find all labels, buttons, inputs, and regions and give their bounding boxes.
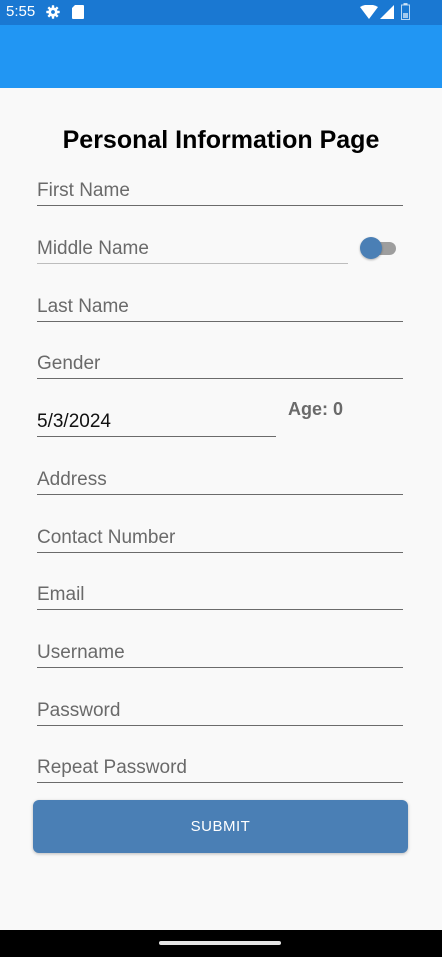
birth-date-value: 5/3/2024 [37, 411, 111, 432]
middle-name-field[interactable]: Middle Name [37, 228, 348, 264]
sd-card-icon [72, 5, 84, 19]
repeat-password-underline [37, 782, 403, 783]
address-placeholder: Address [37, 469, 107, 490]
email-placeholder: Email [37, 584, 85, 605]
repeat-password-placeholder: Repeat Password [37, 757, 187, 778]
wifi-icon [360, 5, 378, 19]
toggle-thumb [360, 237, 382, 259]
address-underline [37, 494, 403, 495]
gender-picker[interactable]: Gender [37, 343, 403, 379]
password-field[interactable]: Password [37, 690, 403, 726]
app-bar [0, 25, 442, 88]
contact-number-field[interactable]: Contact Number [37, 517, 403, 553]
middle-name-toggle[interactable] [360, 237, 398, 259]
last-name-placeholder: Last Name [37, 296, 129, 317]
first-name-field[interactable]: First Name [37, 170, 403, 206]
status-time: 5:55 [6, 3, 36, 20]
page-title: Personal Information Page [62, 126, 380, 154]
gender-placeholder: Gender [37, 353, 101, 374]
middle-name-placeholder: Middle Name [37, 238, 149, 259]
repeat-password-field[interactable]: Repeat Password [37, 747, 403, 783]
age-label: Age: 0 [288, 399, 344, 419]
first-name-underline [37, 205, 403, 206]
password-underline [37, 725, 403, 726]
middle-name-underline [37, 263, 348, 264]
contact-number-underline [37, 552, 403, 553]
birth-date-picker[interactable]: 5/3/2024 [37, 401, 276, 437]
home-indicator[interactable] [159, 941, 281, 945]
battery-icon [401, 3, 410, 20]
contact-number-placeholder: Contact Number [37, 527, 176, 548]
gear-icon [46, 5, 60, 19]
username-field[interactable]: Username [37, 632, 403, 668]
navigation-bar [0, 930, 442, 957]
birth-date-underline [37, 436, 276, 437]
first-name-placeholder: First Name [37, 180, 130, 201]
gender-underline [37, 378, 403, 379]
last-name-underline [37, 321, 403, 322]
status-bar: 5:55 [0, 0, 442, 25]
email-field[interactable]: Email [37, 574, 403, 610]
password-placeholder: Password [37, 700, 121, 721]
email-underline [37, 609, 403, 610]
cell-signal-icon [380, 5, 394, 19]
submit-button[interactable]: SUBMIT [33, 800, 408, 853]
address-field[interactable]: Address [37, 459, 403, 495]
username-placeholder: Username [37, 642, 125, 663]
last-name-field[interactable]: Last Name [37, 286, 403, 322]
username-underline [37, 667, 403, 668]
